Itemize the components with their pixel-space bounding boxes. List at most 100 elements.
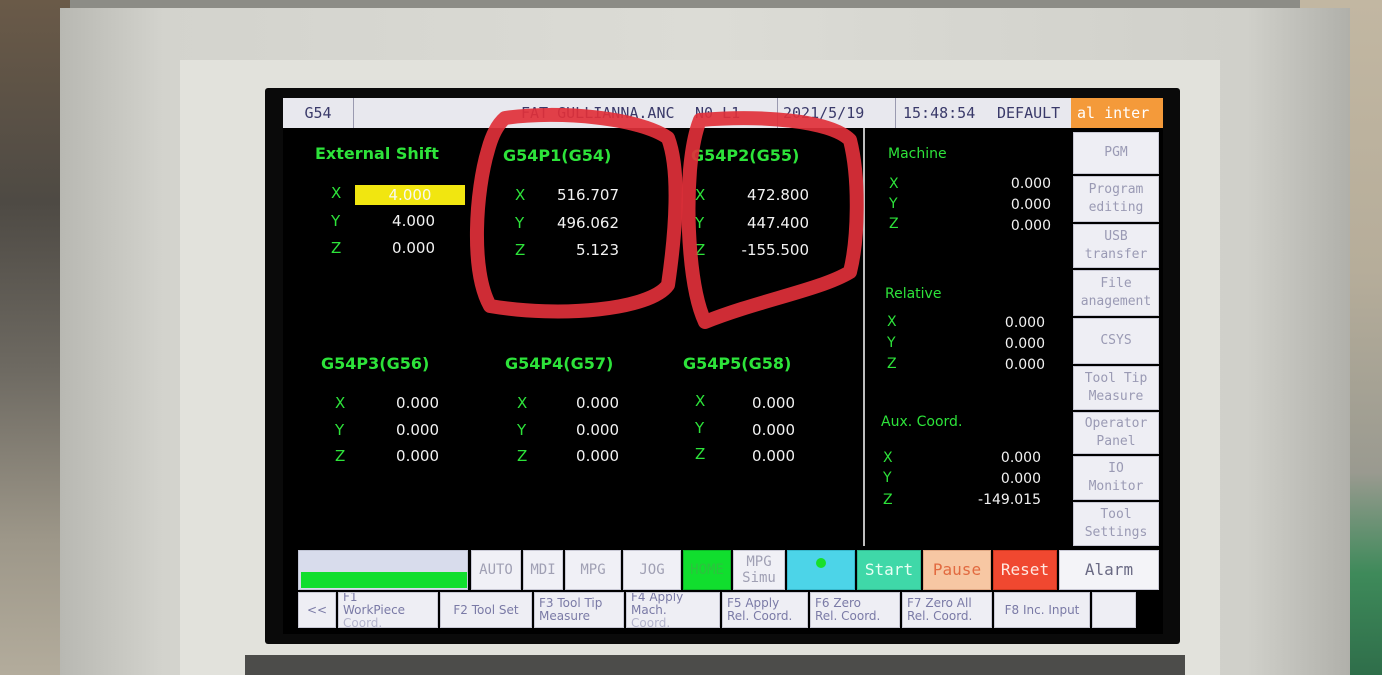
alarm-button[interactable]: Alarm (1059, 550, 1159, 590)
mode-home-button[interactable]: HOME (683, 550, 731, 590)
side-btn-pgm[interactable]: PGM (1073, 132, 1159, 174)
axis-label-y: Y (335, 421, 345, 439)
fkey-empty[interactable] (1092, 592, 1136, 628)
axis-label-z: Z (515, 241, 526, 259)
p4-x[interactable]: 0.000 (529, 394, 619, 412)
p3-z[interactable]: 0.000 (349, 447, 439, 465)
relative-z: 0.000 (1004, 357, 1045, 373)
fkey-f5-apply-rel-coord[interactable]: F5 Apply Rel. Coord. (722, 592, 808, 628)
fkey-f6-zero-rel-coord[interactable]: F6 Zero Rel. Coord. (810, 592, 900, 628)
axis-label-x: X (335, 394, 346, 412)
mode-mdi-button[interactable]: MDI (523, 550, 563, 590)
aux-z: -149.015 (978, 492, 1041, 508)
axis-label-y: Y (695, 214, 705, 232)
p2-title: G54P2(G55) (691, 146, 800, 165)
aux-y: 0.000 (1000, 471, 1041, 487)
side-btn-io-monitor[interactable]: IO Monitor (1073, 456, 1159, 500)
axis-label-z: Z (335, 447, 346, 465)
p1-y[interactable]: 496.062 (529, 214, 619, 232)
axis-label-x: X (517, 394, 528, 412)
fkey-label: Rel. Coord. (907, 609, 973, 623)
axis-label-y: Y (515, 214, 525, 232)
external-shift-z[interactable]: 0.000 (345, 239, 435, 257)
relative-x: 0.000 (1004, 315, 1045, 331)
axis-label-y: Y (887, 335, 896, 351)
pause-button[interactable]: Pause (923, 550, 991, 590)
reset-button[interactable]: Reset (993, 550, 1057, 590)
fkey-label: Mach. (631, 602, 667, 617)
side-btn-operator-panel[interactable]: Operator Panel (1073, 412, 1159, 454)
axis-label-y: Y (889, 196, 898, 212)
side-btn-label: Panel (1096, 434, 1136, 449)
fkey-f7-zero-all-rel-coord[interactable]: F7 Zero All Rel. Coord. (902, 592, 992, 628)
p2-x[interactable]: 472.800 (719, 186, 809, 204)
side-btn-label: Settings (1084, 525, 1148, 540)
p5-z[interactable]: 0.000 (705, 447, 795, 465)
fkey-f2-tool-set[interactable]: F2 Tool Set (440, 592, 532, 628)
side-btn-label: Measure (1088, 389, 1144, 404)
fkey-label: F4 Apply (631, 592, 684, 604)
panel-divider (863, 128, 865, 546)
side-btn-label: IO (1108, 461, 1124, 476)
fkey-label: Rel. Coord. (815, 609, 881, 623)
cabinet-bottom-strip (245, 655, 1185, 675)
axis-label-x: X (883, 450, 893, 466)
axis-label-z: Z (517, 447, 528, 465)
side-btn-file-management[interactable]: File anagement (1073, 270, 1159, 316)
side-btn-label: USB (1104, 229, 1128, 244)
side-btn-label: transfer (1084, 247, 1148, 262)
side-btn-usb-transfer[interactable]: USB transfer (1073, 224, 1159, 268)
fkey-back-button[interactable]: << (298, 592, 336, 628)
start-button[interactable]: Start (857, 550, 921, 590)
relative-title: Relative (885, 286, 942, 302)
mode-mpg-simu-button[interactable]: MPG Simu (733, 550, 785, 590)
mode-mpg-simu-label: MPG (746, 554, 772, 570)
machine-x: 0.000 (1010, 176, 1051, 192)
profile-name: DEFAULT (997, 104, 1061, 122)
fkey-f8-inc-input[interactable]: F8 Inc. Input (994, 592, 1090, 628)
axis-label-z: Z (695, 241, 706, 259)
side-btn-program-editing[interactable]: Program editing (1073, 176, 1159, 222)
p2-y[interactable]: 447.400 (719, 214, 809, 232)
date: 2021/5/19 (783, 98, 896, 128)
axis-label-x: X (515, 186, 526, 204)
p1-z[interactable]: 5.123 (529, 241, 619, 259)
p4-z[interactable]: 0.000 (529, 447, 619, 465)
external-shift-y[interactable]: 4.000 (345, 212, 435, 230)
p4-y[interactable]: 0.000 (529, 421, 619, 439)
mode-auto-button[interactable]: AUTO (471, 550, 521, 590)
axis-label-z: Z (695, 445, 706, 463)
mode-mpg-button[interactable]: MPG (565, 550, 621, 590)
axis-label-y: Y (331, 212, 341, 230)
alarm-ticker: al inter (1071, 98, 1163, 128)
side-btn-csys[interactable]: CSYS (1073, 318, 1159, 364)
fkey-label: Measure (539, 609, 590, 623)
cnc-screen: G54 FAT GULLIANNA.ANC N0 L1 2021/5/19 15… (283, 98, 1163, 634)
p5-x[interactable]: 0.000 (705, 394, 795, 412)
fkey-f1-workpiece-coord[interactable]: F1 WorkPiece Coord. (338, 592, 438, 628)
side-btn-tool-tip-measure[interactable]: Tool Tip Measure (1073, 366, 1159, 410)
p3-x[interactable]: 0.000 (349, 394, 439, 412)
p5-y[interactable]: 0.000 (705, 421, 795, 439)
p1-title: G54P1(G54) (503, 146, 612, 165)
aux-coord-title: Aux. Coord. (881, 414, 963, 430)
axis-label-x: X (695, 392, 706, 410)
coord-mode: G54 (283, 98, 354, 128)
axis-label-z: Z (331, 239, 342, 257)
axis-label-x: X (695, 186, 706, 204)
status-led-icon (816, 558, 826, 568)
side-btn-label: CSYS (1100, 333, 1132, 348)
p5-title: G54P5(G58) (683, 354, 792, 373)
fkey-f4-apply-mach-coord[interactable]: F4 Apply Mach. Coord. (626, 592, 720, 628)
side-btn-label: Program (1088, 182, 1144, 197)
p3-y[interactable]: 0.000 (349, 421, 439, 439)
fkey-label: Coord. (343, 615, 383, 628)
external-shift-x-field[interactable]: 4.000 (355, 185, 465, 205)
side-btn-label: anagement (1080, 294, 1152, 309)
p4-title: G54P4(G57) (505, 354, 614, 373)
mode-jog-button[interactable]: JOG (623, 550, 681, 590)
fkey-f3-tool-tip-measure[interactable]: F3 Tool Tip Measure (534, 592, 624, 628)
p1-x[interactable]: 516.707 (529, 186, 619, 204)
p2-z[interactable]: -155.500 (719, 241, 809, 259)
side-btn-tool-settings[interactable]: Tool Settings (1073, 502, 1159, 546)
